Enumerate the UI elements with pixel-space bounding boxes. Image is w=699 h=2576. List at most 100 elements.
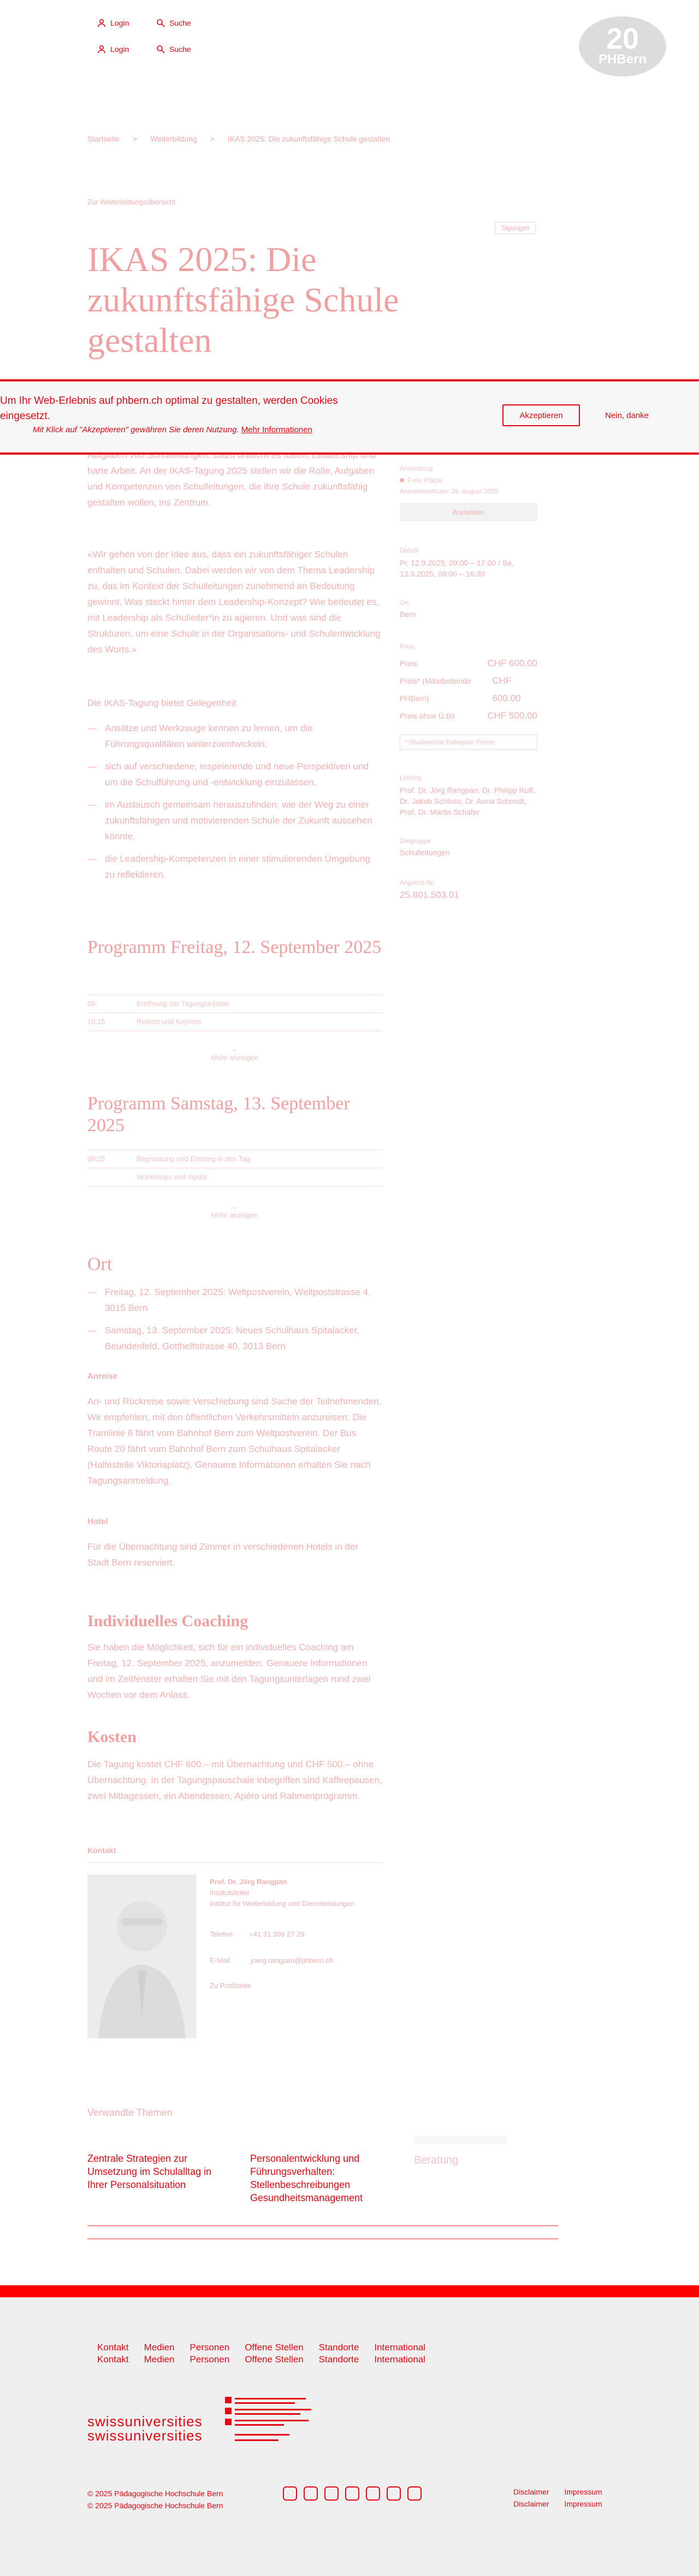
- table-row: 09: Eröffnung der Tagungsinhalte: [87, 995, 382, 1013]
- google-icon[interactable]: [407, 2486, 422, 2501]
- search-link-duplicate[interactable]: Suche: [156, 45, 191, 54]
- phone-link[interactable]: +41 31 309 27 29: [249, 1929, 305, 1940]
- contact-unit: Institut für Weiterbildung und Dienstlei…: [210, 1899, 354, 1908]
- facebook-icon[interactable]: [283, 2486, 297, 2501]
- instagram-icon[interactable]: [304, 2486, 318, 2501]
- table-row: 09:15 Begrüssung und Einstieg in den Tag: [87, 1150, 382, 1168]
- arrival-text: An- und Rückreise sowie Verschiebung sin…: [87, 1396, 382, 1486]
- divider: [87, 2238, 558, 2239]
- contact-photo: [87, 1874, 197, 2038]
- logo-brand: PHBern: [598, 52, 647, 67]
- footer-accent-bar: [0, 2285, 699, 2297]
- program-saturday-more-button[interactable]: ⌄ Mehr anzeigen: [87, 1202, 382, 1219]
- program-friday-more-button[interactable]: ⌄ Mehr anzeigen: [87, 1045, 382, 1062]
- venue-list: Freitag, 12. September 2025: Weltpostver…: [87, 1284, 382, 1361]
- copyright-line: © 2025 Pädagogische Hochschule Bern: [87, 2489, 223, 2498]
- list-item: die Leadership-Kompetenzen in einer stim…: [87, 851, 382, 883]
- impressum-link[interactable]: Impressum: [564, 2487, 602, 2496]
- costs-text: Die Tagung kostet CHF 600.– mit Übernach…: [87, 1759, 382, 1801]
- coaching-text: Sie haben die Möglichkeit, sich für ein …: [87, 1642, 371, 1700]
- related-topic-link[interactable]: Personalentwicklung und Führungsverhalte…: [250, 2152, 392, 2204]
- person-photo-icon: [98, 1901, 186, 2038]
- chevron-down-icon: ⌄: [232, 1202, 238, 1210]
- footer-link[interactable]: Personen: [189, 2354, 229, 2365]
- footer-nav: Kontakt Medien Personen Offene Stellen S…: [97, 2342, 425, 2353]
- lead-label: Leitung: [400, 774, 422, 781]
- price-row-value: CHF 500.00: [487, 710, 537, 721]
- status-text: Freie Plätze: [407, 477, 443, 484]
- program-text: Referat und Keynote: [137, 1018, 202, 1026]
- breadcrumb-item[interactable]: Weiterbildung: [150, 134, 197, 143]
- price-row-label: Preis: [400, 659, 417, 668]
- place-value: Bern: [400, 610, 416, 619]
- footer-link[interactable]: Personen: [189, 2342, 229, 2353]
- certification-logo[interactable]: [225, 2396, 334, 2450]
- list-item: im Austausch gemeinsam herauszufinden, w…: [87, 797, 382, 844]
- price-note: * Studierende Kategorie Preise: [400, 734, 537, 750]
- footer-link[interactable]: Kontakt: [97, 2354, 129, 2365]
- footer-link[interactable]: Medien: [144, 2354, 175, 2365]
- breadcrumb-item[interactable]: Startseite: [87, 134, 120, 143]
- chevron-down-icon: ⌄: [232, 1045, 238, 1053]
- price-row-label: Preis ohne Ü.Bit: [400, 711, 455, 720]
- coaching-title: Individuelles Coaching: [87, 1612, 248, 1630]
- price-row: Preis* (Mitarbeitende PHBern) CHF 600.00: [400, 672, 537, 707]
- divider: [87, 2225, 558, 2226]
- program-saturday-table: 09:15 Begrüssung und Einstieg in den Tag …: [87, 1150, 382, 1186]
- footer-link[interactable]: Offene Stellen: [245, 2354, 303, 2365]
- list-item: sich auf verschiedene, inspirierende und…: [87, 758, 382, 790]
- login-label: Login: [110, 45, 129, 54]
- breadcrumb-current: IKAS 2025: Die zukunftsfähige Schule ges…: [227, 134, 390, 143]
- disclaimer-link[interactable]: Disclaimer: [513, 2499, 549, 2508]
- table-row: 10:15 Referat und Keynote: [87, 1013, 382, 1031]
- podcast-icon[interactable]: [387, 2486, 401, 2501]
- cookie-hint-text: Mit Klick auf "Akzeptieren" gewähren Sie…: [33, 425, 239, 434]
- login-link-duplicate[interactable]: Login: [97, 45, 129, 54]
- youtube-icon[interactable]: [324, 2486, 339, 2501]
- related-topic-link[interactable]: Zentrale Strategien zur Umsetzung im Sch…: [87, 2152, 218, 2191]
- search-link[interactable]: Suche: [156, 19, 191, 27]
- login-link[interactable]: Login: [97, 19, 129, 27]
- list-item: Freitag, 12. September 2025: Weltpostver…: [87, 1284, 382, 1316]
- price-row-value: CHF 600.00: [492, 675, 521, 703]
- price-row-value: CHF 600.00: [487, 658, 537, 668]
- footer-link[interactable]: Standorte: [319, 2342, 359, 2353]
- footer-link[interactable]: International: [374, 2342, 425, 2353]
- search-icon: [157, 19, 165, 27]
- price-list: Preis CHF 600.00 Preis* (Mitarbeitende PH…: [400, 655, 537, 725]
- contact-name: Prof. Dr. Jörg Rangpan: [210, 1878, 287, 1886]
- social-links: [283, 2486, 422, 2501]
- cookie-hint: Mit Klick auf "Akzeptieren" gewähren Sie…: [33, 425, 312, 434]
- bullet-list: Ansätze und Werkzeuge kennen zu lernen, …: [87, 720, 382, 889]
- program-time: 09:: [87, 999, 98, 1008]
- cookie-more-info-link[interactable]: Mehr Informationen: [241, 425, 312, 434]
- swissuniversities-logo-duplicate[interactable]: swissuniversities: [87, 2427, 203, 2444]
- phone-label: Telefon: [210, 1930, 233, 1938]
- phbern-logo[interactable]: 20 PHBern: [579, 16, 666, 77]
- categories-intro: Die IKAS-Tagung bietet Gelegenheit: [87, 698, 237, 708]
- disclaimer-link[interactable]: Disclaimer: [513, 2487, 549, 2496]
- category-link[interactable]: Zur Weiterbildungsübersicht: [87, 198, 176, 206]
- cookie-accept-button[interactable]: Akzeptieren: [502, 404, 580, 426]
- contact-profile-link[interactable]: Zu Profilseite: [210, 1981, 251, 1990]
- email-link[interactable]: joerg.rangpan@phbern.ch: [251, 1955, 333, 1966]
- impressum-link[interactable]: Impressum: [564, 2499, 602, 2508]
- user-icon: [98, 45, 105, 54]
- category-badge: Tagungen: [495, 222, 536, 234]
- footer-link[interactable]: Medien: [144, 2342, 175, 2353]
- footer-link[interactable]: Kontakt: [97, 2342, 129, 2353]
- program-time: 10:15: [87, 1018, 105, 1026]
- cookie-decline-button[interactable]: Nein, danke: [594, 404, 660, 426]
- related-topic-link[interactable]: Beratung: [414, 2154, 458, 2167]
- venue-title: Ort: [87, 1254, 112, 1274]
- footer-link[interactable]: International: [374, 2354, 425, 2365]
- more-label: Mehr anzeigen: [211, 1211, 258, 1219]
- linkedin-icon[interactable]: [345, 2486, 359, 2501]
- offer-number-value: 25.801.503.01: [400, 890, 459, 900]
- footer-link[interactable]: Standorte: [319, 2354, 359, 2365]
- newsletter-icon[interactable]: [366, 2486, 380, 2501]
- register-button[interactable]: Anmelden: [400, 503, 537, 521]
- divider: [87, 1862, 382, 1863]
- copyright-text: © 2025 Pädagogische Hochschule Bern © 20…: [87, 2487, 223, 2512]
- footer-link[interactable]: Offene Stellen: [245, 2342, 303, 2353]
